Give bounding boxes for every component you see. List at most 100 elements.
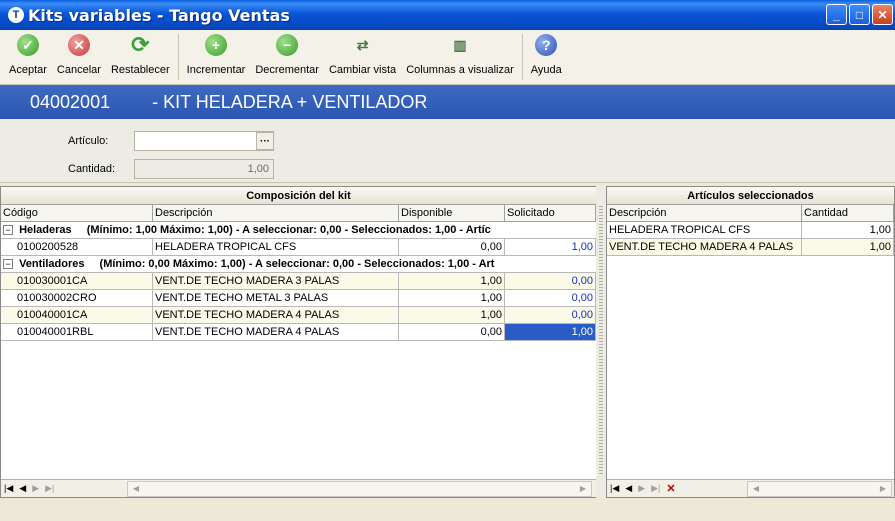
table-row[interactable]: 010030002CRO VENT.DE TECHO METAL 3 PALAS…	[1, 290, 596, 307]
restablecer-button[interactable]: ⟳ Restablecer	[106, 30, 175, 85]
last-record-icon[interactable]: ▶|	[45, 483, 54, 494]
horizontal-scrollbar[interactable]: ◀ ▶	[127, 481, 592, 497]
scroll-right-icon[interactable]: ▶	[576, 482, 590, 496]
selected-navbar: |◀ ◀ ▶ ▶| ✕ ◀ ▶	[607, 479, 894, 497]
kit-description: - KIT HELADERA + VENTILADOR	[152, 91, 428, 112]
ellipsis-button[interactable]: ···	[256, 132, 274, 150]
cell-solicitado-selected[interactable]: 1,00	[505, 324, 596, 340]
aceptar-button[interactable]: ✓ Aceptar	[4, 30, 52, 85]
minus-icon: −	[276, 34, 299, 56]
incrementar-button[interactable]: + Incrementar	[182, 30, 251, 85]
refresh-icon: ⟳	[131, 32, 150, 57]
cell-solicitado[interactable]: 0,00	[505, 273, 596, 289]
cell-desc: HELADERA TROPICAL CFS	[607, 222, 802, 238]
maximize-button[interactable]: □	[849, 4, 870, 25]
horizontal-scrollbar[interactable]: ◀ ▶	[747, 481, 892, 497]
selected-grid: Artículos seleccionados Descripción Cant…	[606, 186, 895, 498]
tango-app-icon: T	[8, 7, 24, 23]
kit-header: 04002001 - KIT HELADERA + VENTILADOR	[0, 85, 895, 119]
cell-qty: 1,00	[802, 222, 894, 238]
cell-solicitado[interactable]: 0,00	[505, 307, 596, 323]
table-row[interactable]: 0100200528 HELADERA TROPICAL CFS 0,00 1,…	[1, 239, 596, 256]
last-record-icon[interactable]: ▶|	[651, 483, 660, 494]
col-disponible[interactable]: Disponible	[399, 205, 505, 221]
cell-code: 010030001CA	[15, 273, 153, 289]
cancel-x-icon: ✕	[67, 34, 90, 56]
table-row[interactable]: 010040001RBL VENT.DE TECHO MADERA 4 PALA…	[1, 324, 596, 341]
cell-disponible: 1,00	[399, 307, 505, 323]
checkmark-icon: ✓	[16, 34, 39, 56]
first-record-icon[interactable]: |◀	[610, 483, 619, 494]
col-cantidad[interactable]: Cantidad	[802, 205, 894, 221]
cell-solicitado[interactable]: 1,00	[505, 239, 596, 255]
first-record-icon[interactable]: |◀	[4, 483, 13, 494]
col-codigo[interactable]: Código	[1, 205, 153, 221]
cambiar-vista-button[interactable]: ⇄ Cambiar vista	[324, 30, 401, 85]
group-info: (Mínimo: 1,00 Máximo: 1,00) - A seleccio…	[86, 224, 491, 236]
selected-row[interactable]: VENT.DE TECHO MADERA 4 PALAS 1,00	[607, 239, 894, 256]
decrementar-button[interactable]: − Decrementar	[250, 30, 324, 85]
selected-headers: Descripción Cantidad	[607, 205, 894, 222]
table-row[interactable]: 010040001CA VENT.DE TECHO MADERA 4 PALAS…	[1, 307, 596, 324]
toolbar-separator	[177, 34, 179, 80]
columnas-button[interactable]: ▥ Columnas a visualizar	[401, 30, 519, 85]
selected-title: Artículos seleccionados	[607, 187, 894, 205]
title-bar: T Kits variables - Tango Ventas _ □ ✕	[0, 0, 895, 30]
next-record-icon[interactable]: ▶	[638, 483, 645, 494]
col-descripcion[interactable]: Descripción	[607, 205, 802, 221]
scroll-right-icon[interactable]: ▶	[876, 482, 890, 496]
delete-record-icon[interactable]: ✕	[666, 482, 675, 495]
composition-grid: Composición del kit Código Descripción D…	[0, 186, 597, 498]
cell-desc: VENT.DE TECHO MADERA 4 PALAS	[153, 324, 399, 340]
collapse-icon[interactable]: −	[3, 225, 13, 236]
collapse-icon[interactable]: −	[3, 259, 13, 270]
selected-row[interactable]: HELADERA TROPICAL CFS 1,00	[607, 222, 894, 239]
next-record-icon[interactable]: ▶	[32, 483, 39, 494]
window-title: Kits variables - Tango Ventas	[28, 5, 290, 25]
cell-desc: VENT.DE TECHO MADERA 3 PALAS	[153, 273, 399, 289]
group-info: (Mínimo: 0,00 Máximo: 1,00) - A seleccio…	[99, 258, 495, 270]
table-row[interactable]: 010030001CA VENT.DE TECHO MADERA 3 PALAS…	[1, 273, 596, 290]
cantidad-label: Cantidad:	[68, 163, 116, 175]
group-row-heladeras[interactable]: − Heladeras (Mínimo: 1,00 Máximo: 1,00) …	[1, 222, 596, 239]
cell-disponible: 1,00	[399, 290, 505, 306]
cell-desc: HELADERA TROPICAL CFS	[153, 239, 399, 255]
toolbar: ✓ Aceptar ✕ Cancelar ⟳ Restablecer + Inc…	[0, 30, 895, 85]
cell-desc: VENT.DE TECHO MADERA 4 PALAS	[153, 307, 399, 323]
scroll-left-icon[interactable]: ◀	[129, 482, 143, 496]
col-solicitado[interactable]: Solicitado	[505, 205, 596, 221]
col-descripcion[interactable]: Descripción	[153, 205, 399, 221]
cell-code: 010030002CRO	[15, 290, 153, 306]
cancelar-button[interactable]: ✕ Cancelar	[52, 30, 106, 85]
group-name: Heladeras	[19, 224, 72, 236]
columns-icon: ▥	[453, 36, 467, 53]
cell-desc: VENT.DE TECHO MADERA 4 PALAS	[607, 239, 802, 255]
composition-navbar: |◀ ◀ ▶ ▶| ◀ ▶	[1, 479, 596, 497]
cell-disponible: 1,00	[399, 273, 505, 289]
articulo-input[interactable]	[134, 131, 274, 151]
change-view-icon: ⇄	[356, 36, 369, 53]
composition-headers: Código Descripción Disponible Solicitado	[1, 205, 596, 222]
help-icon: ?	[535, 34, 558, 56]
group-name: Ventiladores	[19, 258, 85, 270]
toolbar-separator	[521, 34, 523, 80]
group-row-ventiladores[interactable]: − Ventiladores (Mínimo: 0,00 Máximo: 1,0…	[1, 256, 596, 273]
close-button[interactable]: ✕	[872, 4, 893, 25]
kit-code: 04002001	[30, 91, 111, 112]
prev-record-icon[interactable]: ◀	[625, 483, 632, 494]
cell-solicitado[interactable]: 0,00	[505, 290, 596, 306]
composition-title: Composición del kit	[1, 187, 596, 205]
ayuda-button[interactable]: ? Ayuda	[526, 30, 567, 85]
cell-code: 0100200528	[15, 239, 153, 255]
scroll-left-icon[interactable]: ◀	[749, 482, 763, 496]
plus-icon: +	[205, 34, 227, 56]
cell-disponible: 0,00	[399, 239, 505, 255]
panel-splitter[interactable]	[596, 186, 606, 498]
cell-qty: 1,00	[802, 239, 894, 255]
form-area: Artículo: ··· Cantidad: 1,00	[0, 119, 895, 183]
cell-disponible: 0,00	[399, 324, 505, 340]
minimize-button[interactable]: _	[826, 4, 847, 25]
cell-code: 010040001RBL	[15, 324, 153, 340]
articulo-label: Artículo:	[68, 135, 109, 147]
prev-record-icon[interactable]: ◀	[19, 483, 26, 494]
